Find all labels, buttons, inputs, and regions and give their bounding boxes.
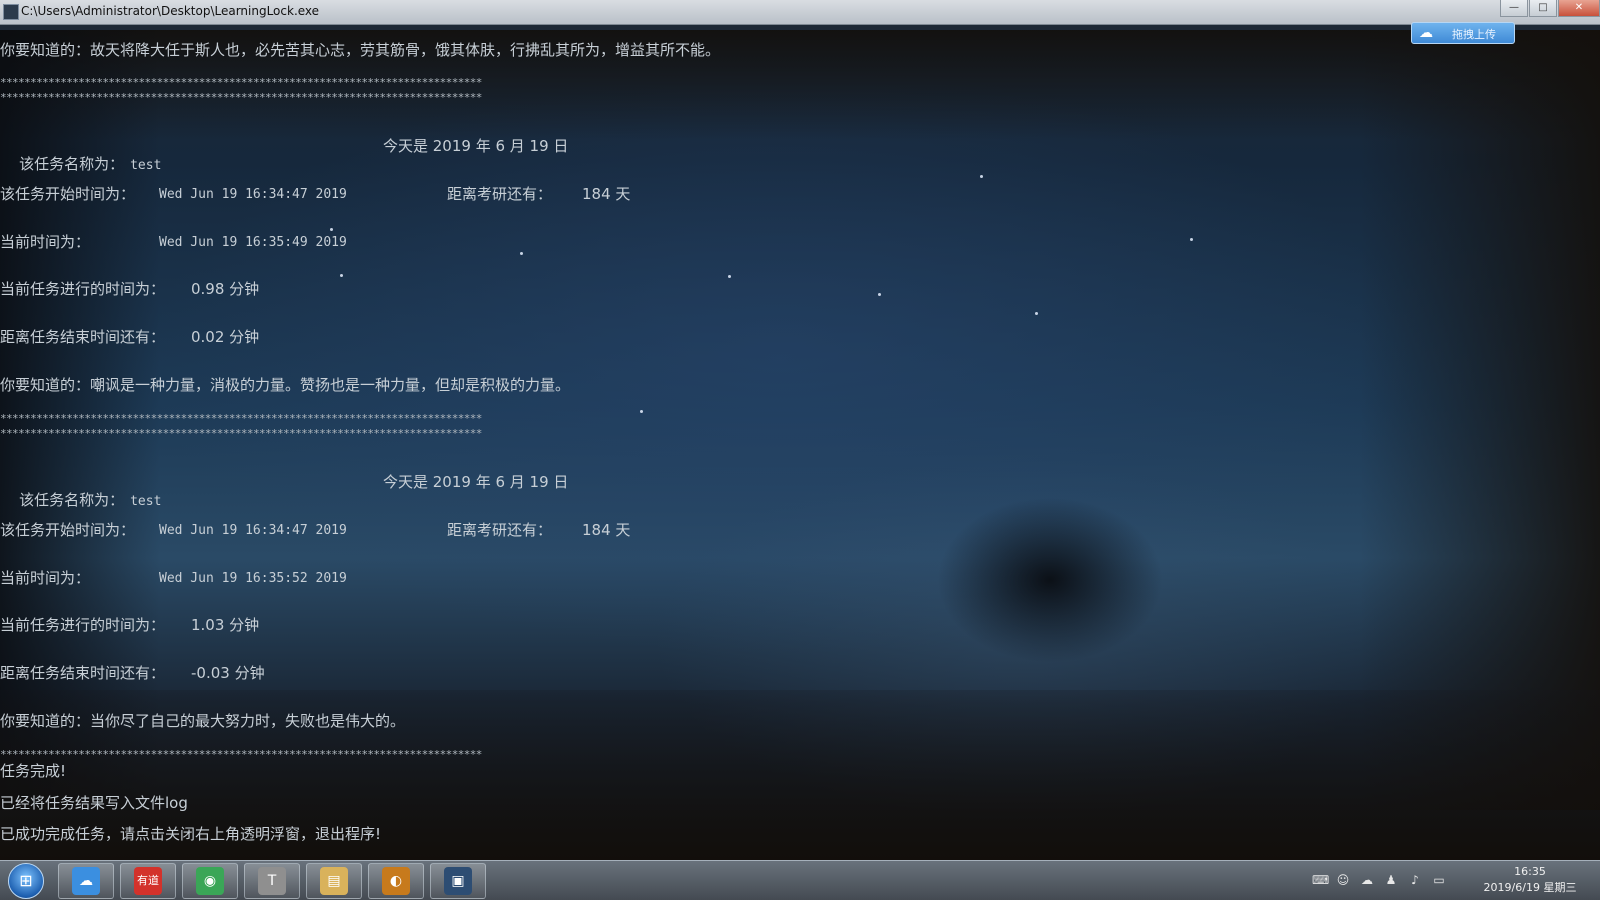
taskbar-app-button[interactable]: ▤ (306, 863, 362, 899)
log-written-message: 已经将任务结果写入文件log (0, 794, 188, 812)
clock-date: 2019/6/19 星期三 (1483, 881, 1577, 894)
exam-countdown-value: 184 天 (582, 521, 631, 539)
taskbar-clock[interactable]: 16:35 2019/6/19 星期三 (1470, 864, 1590, 896)
elapsed-time-label: 当前任务进行的时间为： (0, 280, 166, 298)
start-time-value: Wed Jun 19 16:34:47 2019 (159, 187, 347, 202)
learninglock-app-icon: ▣ (444, 867, 472, 895)
qq-icon[interactable]: ♟ (1384, 873, 1398, 887)
keyboard-icon[interactable]: ⌨ (1312, 873, 1329, 887)
console-output[interactable]: 你要知道的：故天将降大任于斯人也，必先苦其心志，劳其筋骨，饿其体肤，行拂乱其所为… (0, 24, 1600, 860)
separator-line: ****************************************… (0, 749, 482, 761)
today-date-text: 今天是 2019 年 6 月 19 日 (383, 137, 569, 155)
file-explorer-icon: ▤ (320, 867, 348, 895)
network-icon[interactable]: ▭ (1432, 873, 1446, 887)
taskbar-app-button[interactable]: ▣ (430, 863, 486, 899)
youdao-icon: 有道 (134, 867, 162, 895)
window-titlebar[interactable]: C:\Users\Administrator\Desktop\LearningL… (0, 0, 1600, 25)
exam-countdown-value: 184 天 (582, 185, 631, 203)
cloud-sync-icon[interactable]: ☁ (1360, 873, 1374, 887)
maximize-button[interactable]: □ (1529, 0, 1557, 17)
minimize-button[interactable]: — (1500, 0, 1528, 17)
exit-hint-message: 已成功完成任务，请点击关闭右上角透明浮窗，退出程序! (0, 825, 382, 843)
text-editor-icon: T (258, 867, 286, 895)
separator-line: ****************************************… (0, 92, 482, 104)
current-time-value: Wed Jun 19 16:35:52 2019 (159, 571, 347, 586)
window-title: C:\Users\Administrator\Desktop\LearningL… (21, 4, 320, 18)
task-name-value: test (130, 494, 162, 509)
chrome-icon: ◉ (196, 867, 224, 895)
taskbar-app-button[interactable]: 有道 (120, 863, 176, 899)
start-time-label: 该任务开始时间为： (0, 521, 136, 539)
task-complete-message: 任务完成! (0, 762, 67, 780)
start-time-label: 该任务开始时间为： (0, 185, 136, 203)
windows-start-icon[interactable]: ⊞ (8, 863, 44, 899)
taskbar-app-button[interactable]: T (244, 863, 300, 899)
elapsed-time-label: 当前任务进行的时间为： (0, 616, 166, 634)
elapsed-time-value: 0.98 分钟 (191, 280, 260, 298)
motto-line: 你要知道的：故天将降大任于斯人也，必先苦其心志，劳其筋骨，饿其体肤，行拂乱其所为… (0, 41, 721, 59)
media-player-icon: ◐ (382, 867, 410, 895)
console-app-icon (3, 4, 19, 20)
separator-line: ****************************************… (0, 428, 482, 440)
today-date: 今天是 2019 年 6 月 19 日 (383, 137, 568, 155)
today-date-text: 今天是 2019 年 6 月 19 日 (383, 473, 569, 491)
remaining-time-value: -0.03 分钟 (191, 664, 265, 682)
start-time-value: Wed Jun 19 16:34:47 2019 (159, 523, 347, 538)
current-time-label: 当前时间为： (0, 233, 91, 251)
remaining-time-label: 距离任务结束时间还有： (0, 664, 166, 682)
task-name-label: 该任务名称为： (19, 155, 125, 173)
taskbar-app-button[interactable]: ◉ (182, 863, 238, 899)
taskbar-app-button[interactable]: ☁ (58, 863, 114, 899)
remaining-time-label: 距离任务结束时间还有： (0, 328, 166, 346)
elapsed-time-value: 1.03 分钟 (191, 616, 260, 634)
current-time-value: Wed Jun 19 16:35:49 2019 (159, 235, 347, 250)
current-time-label: 当前时间为： (0, 569, 91, 587)
volume-icon[interactable]: ♪ (1408, 873, 1422, 887)
exam-countdown-label: 距离考研还有： (447, 521, 553, 539)
taskbar-app-button[interactable]: ◐ (368, 863, 424, 899)
taskbar: ⊞ ☁ 有道 ◉ T ▤ ◐ ▣ ⌨ ☺ ☁ ♟ ♪ ▭ 16:35 2019/6/19 星… (0, 860, 1600, 900)
separator-line: ****************************************… (0, 413, 482, 425)
motto-line: 你要知道的：嘲讽是一种力量，消极的力量。赞扬也是一种力量，但却是积极的力量。 (0, 376, 571, 394)
exam-countdown-label: 距离考研还有： (447, 185, 553, 203)
motto-line: 你要知道的：当你尽了自己的最大努力时，失败也是伟大的。 (0, 712, 406, 730)
today-date: 今天是 2019 年 6 月 19 日 (383, 473, 568, 491)
clock-time: 16:35 (1514, 865, 1546, 878)
close-button[interactable]: ✕ (1558, 0, 1600, 17)
task-name-value: test (130, 158, 162, 173)
remaining-time-value: 0.02 分钟 (191, 328, 260, 346)
separator-line: ****************************************… (0, 77, 482, 89)
baidu-netdisk-icon: ☁ (72, 867, 100, 895)
tray-app-icon[interactable]: ☺ (1336, 873, 1350, 887)
window-controls: — □ ✕ (1499, 0, 1600, 18)
task-name-label: 该任务名称为： (19, 491, 125, 509)
system-tray: ⌨ ☺ ☁ ♟ ♪ ▭ (1312, 873, 1446, 889)
